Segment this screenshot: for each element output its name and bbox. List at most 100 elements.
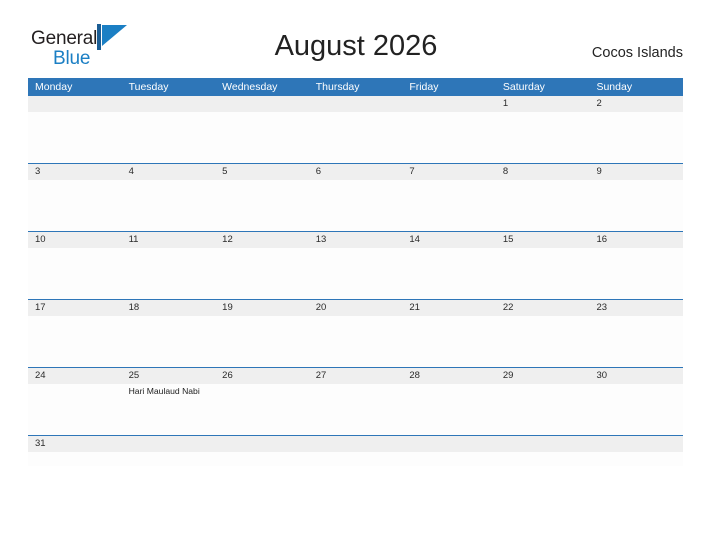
day-cell[interactable] (496, 248, 590, 299)
day-number-band: 12 (28, 96, 683, 112)
day-number[interactable]: 14 (402, 232, 496, 248)
day-cell[interactable] (589, 452, 683, 466)
day-number-band: 3456789 (28, 164, 683, 180)
day-cell[interactable] (122, 112, 216, 163)
day-number[interactable]: 19 (215, 300, 309, 316)
day-number[interactable]: 3 (28, 164, 122, 180)
day-event-band (28, 452, 683, 466)
day-cell[interactable] (402, 180, 496, 231)
day-number-band: 10 11 12 13 14 15 16 (28, 232, 683, 248)
location-label: Cocos Islands (591, 45, 683, 61)
day-number[interactable]: 28 (402, 368, 496, 384)
day-cell[interactable] (496, 384, 590, 435)
day-cell[interactable] (28, 384, 122, 435)
day-number (589, 436, 683, 452)
day-cell[interactable]: Hari Maulaud Nabi (122, 384, 216, 435)
day-cell[interactable] (589, 248, 683, 299)
day-number[interactable]: 12 (215, 232, 309, 248)
day-number[interactable]: 6 (309, 164, 403, 180)
day-number[interactable]: 13 (309, 232, 403, 248)
day-cell[interactable] (402, 316, 496, 367)
day-number[interactable]: 5 (215, 164, 309, 180)
day-number[interactable]: 21 (402, 300, 496, 316)
day-cell[interactable] (309, 248, 403, 299)
day-cell[interactable] (215, 112, 309, 163)
day-number (402, 96, 496, 112)
day-number (402, 436, 496, 452)
day-number[interactable]: 20 (309, 300, 403, 316)
day-cell[interactable] (28, 180, 122, 231)
day-number[interactable]: 18 (122, 300, 216, 316)
day-cell[interactable] (309, 112, 403, 163)
day-cell[interactable] (309, 384, 403, 435)
day-cell[interactable] (496, 180, 590, 231)
day-number[interactable]: 17 (28, 300, 122, 316)
day-cell[interactable] (122, 248, 216, 299)
day-number[interactable]: 1 (496, 96, 590, 112)
day-cell[interactable] (215, 316, 309, 367)
day-cell[interactable] (309, 180, 403, 231)
day-number[interactable]: 10 (28, 232, 122, 248)
day-cell[interactable] (496, 452, 590, 466)
day-cell[interactable] (122, 452, 216, 466)
day-number[interactable]: 22 (496, 300, 590, 316)
day-number[interactable]: 31 (28, 436, 122, 452)
day-event-band (28, 248, 683, 299)
day-number[interactable]: 24 (28, 368, 122, 384)
day-number[interactable]: 9 (589, 164, 683, 180)
day-cell[interactable] (589, 180, 683, 231)
day-cell[interactable] (215, 384, 309, 435)
day-number (122, 436, 216, 452)
day-cell[interactable] (122, 180, 216, 231)
day-cell[interactable] (215, 452, 309, 466)
calendar-week-row: 3456789 (28, 163, 683, 231)
day-cell[interactable] (122, 316, 216, 367)
day-cell[interactable] (28, 112, 122, 163)
day-cell[interactable] (402, 452, 496, 466)
day-number[interactable]: 26 (215, 368, 309, 384)
day-cell[interactable] (215, 180, 309, 231)
day-number[interactable]: 8 (496, 164, 590, 180)
day-number (309, 436, 403, 452)
calendar-week-row: 12 (28, 96, 683, 163)
day-number[interactable]: 11 (122, 232, 216, 248)
day-cell[interactable] (28, 248, 122, 299)
day-number (215, 96, 309, 112)
day-number-band: 31 (28, 436, 683, 452)
day-number[interactable]: 4 (122, 164, 216, 180)
day-event-band (28, 316, 683, 367)
day-number[interactable]: 7 (402, 164, 496, 180)
day-number (309, 96, 403, 112)
day-cell[interactable] (309, 316, 403, 367)
day-number[interactable]: 16 (589, 232, 683, 248)
day-number[interactable]: 25 (122, 368, 216, 384)
day-number[interactable]: 23 (589, 300, 683, 316)
day-number-band: 24 25 26 27 28 29 30 (28, 368, 683, 384)
day-event-band: Hari Maulaud Nabi (28, 384, 683, 435)
day-number (215, 436, 309, 452)
day-cell[interactable] (402, 112, 496, 163)
calendar-week-row: 24 25 26 27 28 29 30 Hari Maulaud Nabi (28, 367, 683, 435)
day-cell[interactable] (402, 384, 496, 435)
day-cell[interactable] (496, 112, 590, 163)
day-event-band (28, 180, 683, 231)
day-number (496, 436, 590, 452)
day-cell[interactable] (28, 452, 122, 466)
calendar-week-row: 10 11 12 13 14 15 16 (28, 231, 683, 299)
day-number[interactable]: 29 (496, 368, 590, 384)
day-cell[interactable] (215, 248, 309, 299)
day-number[interactable]: 27 (309, 368, 403, 384)
day-number[interactable]: 15 (496, 232, 590, 248)
day-cell[interactable] (589, 112, 683, 163)
day-cell[interactable] (309, 452, 403, 466)
day-cell[interactable] (402, 248, 496, 299)
day-cell[interactable] (589, 384, 683, 435)
day-number[interactable]: 30 (589, 368, 683, 384)
day-cell[interactable] (28, 316, 122, 367)
weekday-header-tuesday: Tuesday (128, 81, 169, 93)
day-cell[interactable] (589, 316, 683, 367)
weekday-header-row: Monday Tuesday Wednesday Thursday Friday… (28, 78, 683, 96)
day-cell[interactable] (496, 316, 590, 367)
day-number[interactable]: 2 (589, 96, 683, 112)
calendar-week-list: 1 2 3 4 5 6 7 8 9 10 11 12 13 14 15 16 17 18 19 20 21 22 23 24 2… (28, 96, 683, 466)
